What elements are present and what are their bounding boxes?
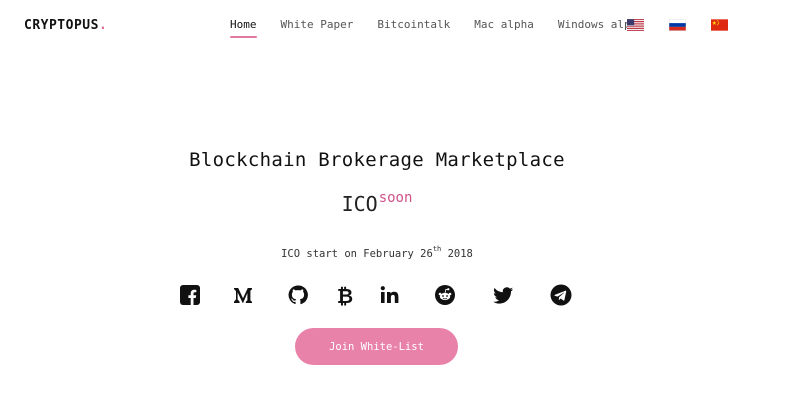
telegram-icon[interactable]	[550, 284, 572, 306]
russia-flag-icon[interactable]	[669, 19, 686, 31]
ico-label: ICO	[341, 192, 378, 216]
svg-text:₿: ₿	[337, 284, 353, 306]
nav-item-bitcointalk[interactable]: Bitcointalk	[377, 18, 450, 38]
join-whitelist-button[interactable]: Join White-List	[295, 328, 458, 365]
main-nav: Home White Paper Bitcointalk Mac alpha W…	[230, 18, 668, 38]
bitcoin-icon[interactable]: ₿	[334, 284, 356, 306]
ico-status: ICOsoon	[0, 190, 754, 216]
github-icon[interactable]	[287, 284, 309, 306]
ico-soon-label: soon	[378, 190, 413, 206]
ico-start-prefix: ICO start on February 26	[281, 248, 433, 260]
nav-item-mac-alpha[interactable]: Mac alpha	[474, 18, 534, 38]
nav-item-white-paper[interactable]: White Paper	[281, 18, 354, 38]
ico-start-year: 2018	[441, 248, 473, 260]
us-flag-icon[interactable]	[627, 19, 644, 31]
medium-icon[interactable]	[232, 284, 254, 306]
facebook-icon[interactable]	[179, 284, 201, 306]
brand-dot: .	[98, 18, 108, 33]
hero-headline: Blockchain Brokerage Marketplace	[189, 149, 565, 171]
ico-start-ordinal: th	[432, 245, 442, 253]
brand-logo[interactable]: CRYPTOPUS.	[24, 18, 107, 33]
twitter-icon[interactable]	[492, 284, 514, 306]
social-links: ₿	[179, 284, 572, 306]
china-flag-icon[interactable]	[711, 19, 728, 31]
brand-name: CRYPTOPUS	[24, 18, 99, 33]
ico-start-date: ICO start on February 26th 2018	[0, 245, 754, 260]
language-switcher	[627, 19, 753, 31]
reddit-icon[interactable]	[434, 284, 456, 306]
nav-item-home[interactable]: Home	[230, 18, 257, 38]
linkedin-icon[interactable]	[379, 284, 401, 306]
